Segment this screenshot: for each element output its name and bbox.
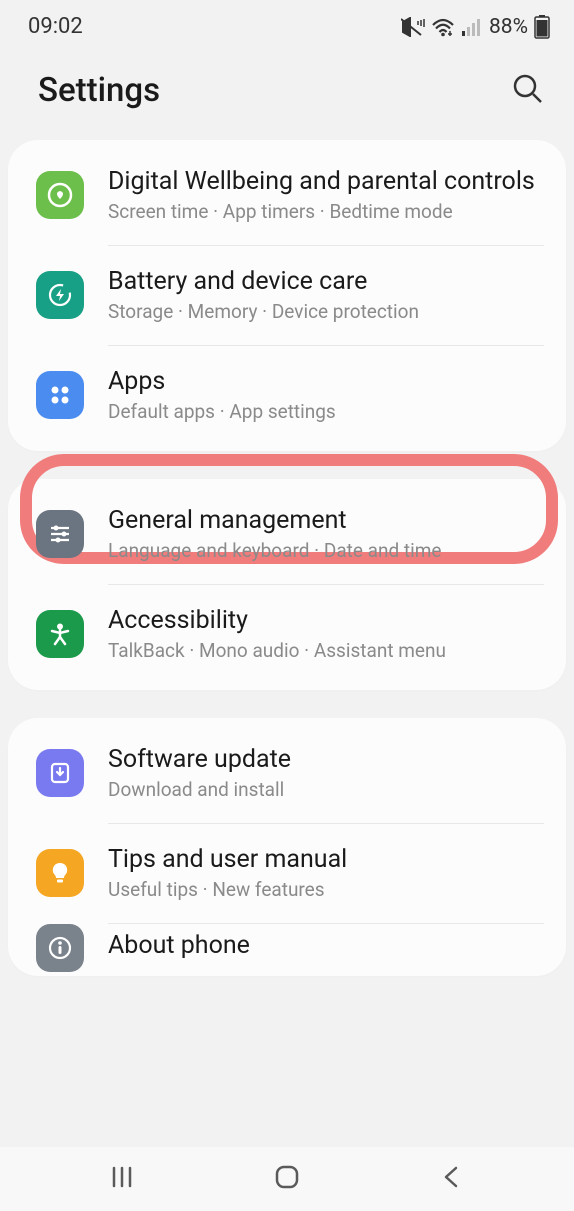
tips-icon	[36, 849, 84, 897]
nav-recents-button[interactable]	[108, 1163, 136, 1195]
item-text: Apps Default apps · App settings	[108, 366, 544, 425]
item-title: General management	[108, 505, 544, 536]
item-software-update[interactable]: Software update Download and install	[8, 724, 566, 823]
item-subtitle: Screen time · App timers · Bedtime mode	[108, 200, 544, 225]
settings-group: Digital Wellbeing and parental controls …	[8, 140, 566, 451]
item-title: Battery and device care	[108, 266, 544, 297]
back-icon	[438, 1163, 466, 1191]
software-update-icon	[36, 749, 84, 797]
item-subtitle: Storage · Memory · Device protection	[108, 300, 544, 325]
item-text: Tips and user manual Useful tips · New f…	[108, 844, 544, 903]
search-button[interactable]	[512, 73, 544, 109]
status-time: 09:02	[28, 14, 83, 39]
battery-icon	[534, 15, 550, 39]
battery-percent: 88%	[489, 15, 528, 39]
item-subtitle: TalkBack · Mono audio · Assistant menu	[108, 639, 544, 664]
about-phone-icon	[36, 924, 84, 972]
page-header: Settings	[0, 47, 574, 140]
item-accessibility[interactable]: Accessibility TalkBack · Mono audio · As…	[8, 585, 566, 684]
apps-icon	[36, 371, 84, 419]
search-icon	[512, 73, 544, 105]
settings-group: General management Language and keyboard…	[8, 479, 566, 690]
recents-icon	[108, 1163, 136, 1191]
accessibility-icon	[36, 610, 84, 658]
wellbeing-icon	[36, 171, 84, 219]
item-title: Apps	[108, 366, 544, 397]
item-subtitle: Default apps · App settings	[108, 400, 544, 425]
battery-care-icon	[36, 271, 84, 319]
item-about-phone[interactable]: About phone	[8, 924, 566, 976]
settings-group: Software update Download and install Tip…	[8, 718, 566, 976]
wifi-icon	[431, 17, 455, 37]
mute-vibrate-icon	[401, 17, 425, 37]
item-text: Software update Download and install	[108, 744, 544, 803]
item-text: Digital Wellbeing and parental controls …	[108, 166, 544, 225]
sliders-icon	[36, 510, 84, 558]
nav-back-button[interactable]	[438, 1163, 466, 1195]
status-bar: 09:02 88%	[0, 0, 574, 47]
item-title: Digital Wellbeing and parental controls	[108, 166, 544, 197]
item-subtitle: Download and install	[108, 778, 544, 803]
item-text: Battery and device care Storage · Memory…	[108, 266, 544, 325]
item-title: Accessibility	[108, 605, 544, 636]
item-apps[interactable]: Apps Default apps · App settings	[8, 346, 566, 445]
item-subtitle: Useful tips · New features	[108, 878, 544, 903]
item-title: Tips and user manual	[108, 844, 544, 875]
page-title: Settings	[38, 71, 160, 110]
navigation-bar	[0, 1147, 574, 1211]
item-text: About phone	[108, 930, 544, 964]
item-text: General management Language and keyboard…	[108, 505, 544, 564]
status-icons: 88%	[401, 15, 550, 39]
item-general-management[interactable]: General management Language and keyboard…	[8, 485, 566, 584]
item-battery-device-care[interactable]: Battery and device care Storage · Memory…	[8, 246, 566, 345]
home-icon	[272, 1162, 302, 1192]
item-title: About phone	[108, 930, 544, 961]
item-digital-wellbeing[interactable]: Digital Wellbeing and parental controls …	[8, 146, 566, 245]
item-subtitle: Language and keyboard · Date and time	[108, 539, 544, 564]
signal-icon	[461, 17, 483, 37]
item-title: Software update	[108, 744, 544, 775]
item-tips-manual[interactable]: Tips and user manual Useful tips · New f…	[8, 824, 566, 923]
item-text: Accessibility TalkBack · Mono audio · As…	[108, 605, 544, 664]
nav-home-button[interactable]	[272, 1162, 302, 1196]
